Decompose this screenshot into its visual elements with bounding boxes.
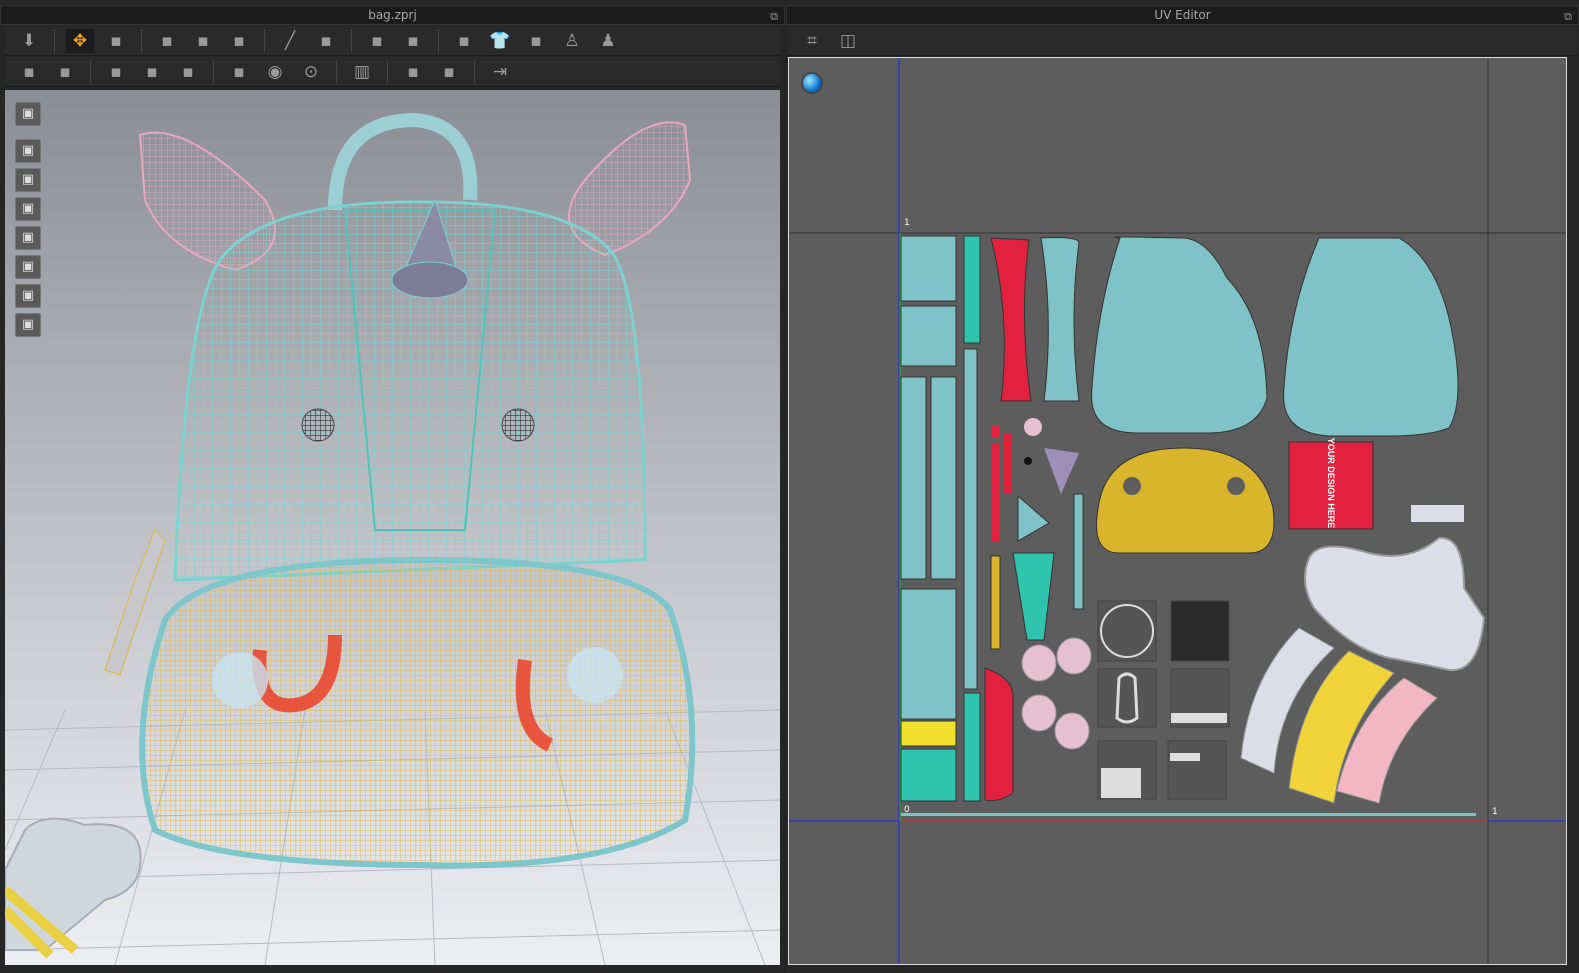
uv-toolbar: ⌗ ◫ [788,26,1577,56]
popout-icon[interactable]: ⧉ [1564,8,1572,26]
garment-icon[interactable]: 👕 [486,29,514,53]
show-surface-icon[interactable]: ▣ [15,255,41,279]
toolbar-separator [336,59,337,84]
edit-pattern-icon[interactable]: ▪ [102,29,130,53]
select-button-icon[interactable]: ▪ [225,60,253,84]
snapshot-texture-icon[interactable]: ◫ [834,29,862,53]
uv-editor-title-bar: UV Editor ⧉ [786,5,1579,25]
select-mesh-icon[interactable]: ▪ [15,60,43,84]
show-mesh-icon[interactable]: ▣ [15,226,41,250]
show-3d-garment-icon[interactable]: ▪ [450,29,478,53]
handle [328,112,478,211]
toolbar-separator [264,28,265,53]
avatar-view-icon[interactable]: ▣ [15,284,41,308]
front-pocket [139,556,696,869]
graphic-icon[interactable]: ▪ [138,60,166,84]
select-move-icon[interactable]: ✥ [66,28,94,53]
toolbar-separator [474,59,475,84]
texture-transform-icon[interactable]: ▪ [102,60,130,84]
toolbar-separator [387,59,388,84]
curve-sewing-icon[interactable]: ▪ [225,29,253,53]
render-icon[interactable]: ▣ [15,102,41,126]
3d-window-title-bar: bag.zprj ⧉ [0,5,785,25]
backpack-3d-view [5,112,780,965]
toolbar-separator [438,28,439,53]
show-points-icon[interactable]: ▣ [15,168,41,192]
popout-icon[interactable]: ⧉ [770,8,778,26]
piping-icon[interactable]: ▪ [435,60,463,84]
show-avatar-icon[interactable]: ▣ [15,197,41,221]
toolbar-row-2: ▪ ▪ ▪ ▪ ▪ ▪ ◉ ⊙ ▥ ▪ ▪ ⇥ [5,57,780,87]
avatar-skeleton-icon[interactable]: ♟ [594,29,622,53]
tack-icon[interactable]: ▪ [312,29,340,53]
uv-editor-window: UV Editor ⧉ ⌗ ◫ YOUR DESIGN HERE 1 0 1 [786,0,1579,973]
3d-viewport[interactable]: ▣ ▣ ▣ ▣ ▣ ▣ ▣ ▣ [5,90,780,965]
edit-mesh-icon[interactable]: ▪ [51,60,79,84]
buttonhole-icon[interactable]: ⊙ [297,60,325,84]
button-icon[interactable]: ◉ [261,60,289,84]
design-placeholder-text: YOUR DESIGN HERE [1326,437,1336,529]
toolbar-separator [213,59,214,84]
eye-right [501,408,535,442]
uv-layout [789,58,1566,964]
fold-icon[interactable]: ▪ [522,29,550,53]
visibility-icon[interactable]: ▣ [15,313,41,337]
3d-window: bag.zprj ⧉ ⬇ ✥ ▪ ▪ ▪ ▪ ╱ ▪ ▪ ▪ ▪ 👕 ▪ ♙ ♟ ▪ ▪ ▪ ▪ ▪ ▪ ◉ ⊙ ▥ ▪ ▪ ⇥ ▣… [0,0,785,973]
trace-curve-icon[interactable]: ▪ [363,29,391,53]
topstitch-icon[interactable]: ▪ [399,60,427,84]
fold-arrange-icon[interactable]: ⇥ [486,60,514,84]
window-title: UV Editor [1154,8,1211,22]
origin-label: 0 [904,805,910,815]
down-arrow-icon[interactable]: ⬇ [15,29,43,53]
segment-sewing-icon[interactable]: ▪ [153,29,181,53]
show-garment-icon[interactable]: ▣ [15,139,41,163]
eye-left [301,408,335,442]
toolbar-separator [54,28,55,53]
toolbar-separator [90,59,91,84]
pattern-graphic-icon[interactable]: ▪ [174,60,202,84]
toolbar-separator [141,28,142,53]
pin-icon[interactable]: ╱ [276,29,304,53]
trace-mesh-icon[interactable]: ▪ [399,29,427,53]
snapshot-uv-icon[interactable]: ⌗ [798,29,826,53]
toolbar-row-1: ⬇ ✥ ▪ ▪ ▪ ▪ ╱ ▪ ▪ ▪ ▪ 👕 ▪ ♙ ♟ [5,26,780,56]
zipper-icon[interactable]: ▥ [348,60,376,84]
u-axis-label-right: 1 [1492,807,1498,817]
free-sewing-icon[interactable]: ▪ [189,29,217,53]
v-axis-label-top: 1 [904,218,910,228]
avatar-icon[interactable]: ♙ [558,29,586,53]
uv-viewport[interactable]: YOUR DESIGN HERE 1 0 1 [788,57,1567,965]
window-title: bag.zprj [368,8,417,22]
toolbar-separator [351,28,352,53]
